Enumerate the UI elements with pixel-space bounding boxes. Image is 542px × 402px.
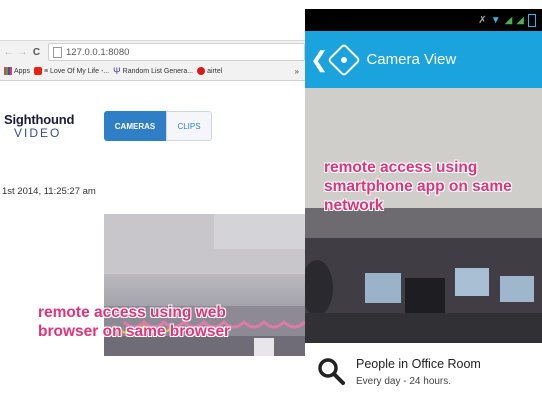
battery-icon	[528, 13, 536, 27]
camera-info-bar: People in Office Room Every day - 24 hou…	[305, 343, 542, 402]
bookmark-apps[interactable]: Apps	[4, 67, 30, 75]
browser-toolbar: ← → C 127.0.0.1:8080	[0, 40, 305, 63]
caption-browser-access: remote access using web browser on same …	[38, 304, 231, 340]
bookmark-label: airtel	[207, 67, 223, 75]
bookmark-label: Apps	[14, 67, 30, 75]
back-icon[interactable]: ←	[3, 47, 14, 58]
mute-icon: ✗	[478, 14, 487, 26]
caption-app-access: remote access using smartphone app on sa…	[324, 159, 512, 214]
sighthound-logo: Sighthound VIDEO	[4, 112, 74, 140]
bookmarks-bar: Apps ≡ Love Of My Life -... Ψ Random Lis…	[0, 62, 305, 81]
browser-window: ← → C 127.0.0.1:8080 Apps ≡ Love Of My L…	[0, 0, 305, 402]
office-scene-image	[305, 88, 542, 343]
url-text: 127.0.0.1:8080	[66, 46, 130, 58]
camera-name: People in Office Room	[356, 357, 481, 371]
screen-title: Camera View	[366, 51, 457, 68]
address-bar[interactable]: 127.0.0.1:8080	[48, 43, 305, 61]
bookmarks-more-icon[interactable]: »	[295, 67, 299, 76]
page-icon	[53, 46, 62, 58]
youtube-icon	[33, 67, 42, 75]
sighthound-app-icon	[327, 42, 362, 77]
wifi-icon: ▼	[490, 14, 501, 26]
camera-timestamp: 1st 2014, 11:25:27 am	[2, 186, 96, 197]
tab-clips[interactable]: CLIPS	[166, 111, 212, 141]
phone-screen: ✗ ▼ ◢ ◢ ❮ Camera View remote access usin…	[305, 0, 542, 402]
camera-feed-phone[interactable]: remote access using smartphone app on sa…	[305, 88, 542, 343]
bookmark-airtel[interactable]: airtel	[197, 67, 222, 75]
tab-cameras[interactable]: CAMERAS	[104, 111, 166, 141]
signal-icon-2: ◢	[516, 14, 524, 26]
bookmark-label: ≡ Love Of My Life -...	[43, 67, 110, 75]
status-bar: ✗ ▼ ◢ ◢	[305, 9, 542, 31]
signal-icon-1: ◢	[504, 14, 513, 26]
bookmark-random-list[interactable]: Ψ Random List Genera...	[113, 66, 193, 76]
apps-icon	[4, 67, 12, 75]
airtel-icon	[197, 67, 206, 75]
sighthound-page: Sighthound VIDEO CAMERAS CLIPS 1st 2014,…	[0, 81, 305, 402]
back-arrow-icon[interactable]: ❮	[310, 47, 328, 73]
view-tabs: CAMERAS CLIPS	[104, 111, 212, 141]
reload-icon[interactable]: C	[31, 47, 42, 58]
forward-icon[interactable]: →	[17, 47, 28, 58]
action-bar: ❮ Camera View	[305, 31, 542, 88]
logo-line1: Sighthound	[4, 112, 75, 127]
random-list-icon: Ψ	[113, 66, 121, 76]
search-icon[interactable]	[317, 357, 345, 385]
bookmark-label: Random List Genera...	[122, 67, 194, 75]
logo-line2: VIDEO	[14, 126, 62, 140]
camera-schedule: Every day - 24 hours.	[356, 376, 452, 387]
bookmark-love-of-my-life[interactable]: ≡ Love Of My Life -...	[33, 67, 110, 75]
